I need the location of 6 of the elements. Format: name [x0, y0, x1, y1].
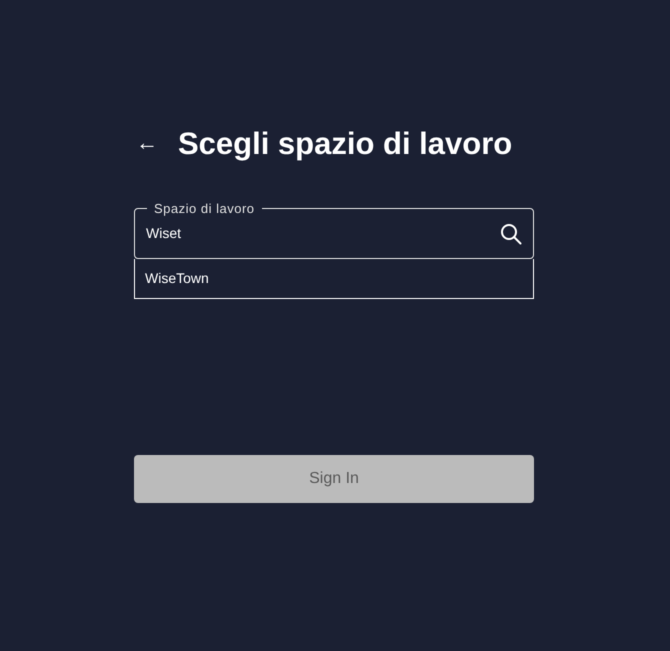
- back-button[interactable]: ←: [135, 132, 159, 154]
- search-icon: [500, 222, 522, 245]
- suggestion-item[interactable]: WiseTown: [134, 259, 534, 299]
- search-input[interactable]: Wiset: [146, 223, 500, 244]
- field-label: Spazio di lavoro: [153, 200, 256, 218]
- page-title: Scegli spazio di lavoro: [178, 128, 512, 158]
